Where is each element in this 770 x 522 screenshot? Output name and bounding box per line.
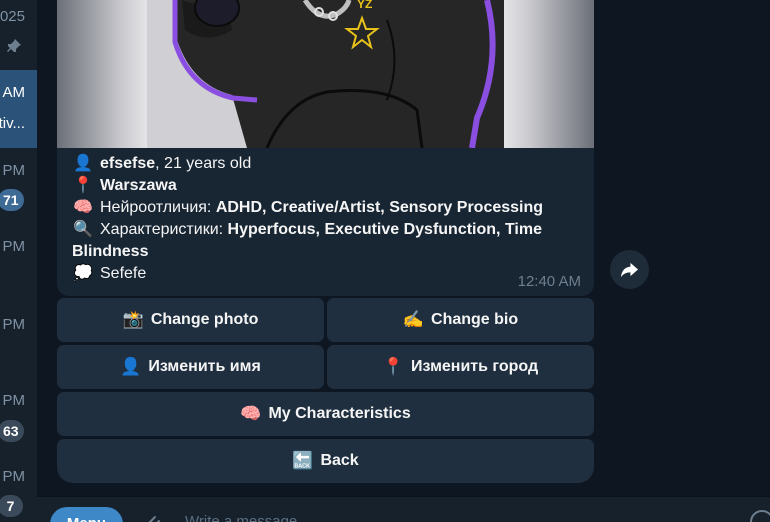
profile-city: Warszawa	[100, 177, 177, 194]
message-time: 12:40 AM	[517, 273, 581, 290]
brain-icon: 🧠	[240, 404, 262, 423]
unread-badge: 71	[0, 189, 24, 211]
back-arrow-icon: 🔙	[292, 451, 314, 470]
camera-icon: 📸	[122, 310, 144, 329]
unread-badge: 7	[0, 495, 23, 517]
city-line: 📍 Warszawa	[72, 175, 582, 197]
my-characteristics-button[interactable]: 🧠 My Characteristics	[57, 392, 594, 436]
user-icon: 👤	[73, 155, 93, 172]
brain-icon: 🧠	[73, 199, 93, 216]
change-bio-button[interactable]: ✍ Change bio	[327, 298, 594, 342]
paperclip-icon[interactable]	[137, 509, 165, 522]
message-composer: Menu Write a message...	[37, 496, 770, 522]
change-city-button[interactable]: 📍 Изменить город	[327, 345, 594, 389]
traits-line: 🔍 Характеристики: Hyperfocus, Executive D…	[72, 219, 582, 263]
neuro-label: Нейроотличия:	[100, 199, 216, 216]
change-photo-label: Change photo	[150, 311, 259, 328]
bot-menu-button[interactable]: Menu	[50, 507, 123, 522]
profile-caption: 👤 efsefse, 21 years old 📍 Warszawa 🧠 Нейроо…	[72, 153, 582, 285]
chat-list[interactable]: 025 AM tiv... PM 71 PM PM PM 63 PM 7	[0, 0, 37, 522]
profile-bio: Sefefe	[100, 265, 147, 282]
forward-button[interactable]	[610, 250, 649, 289]
thought-bubble-icon: 💭	[73, 265, 93, 282]
forward-arrow-icon	[620, 262, 639, 278]
profile-photo[interactable]: YZ	[57, 0, 594, 148]
chat-time: PM	[2, 468, 26, 485]
chat-list-item[interactable]: PM	[0, 228, 37, 308]
pin-icon	[7, 39, 21, 52]
emoji-icon[interactable]	[750, 510, 770, 522]
back-button[interactable]: 🔙 Back	[57, 439, 594, 483]
bio-line: 💭 Sefefe	[72, 263, 582, 285]
message-input[interactable]: Write a message...	[185, 513, 310, 522]
chat-preview: tiv...	[0, 115, 25, 132]
writing-hand-icon: ✍	[402, 310, 425, 329]
chat-time: PM	[2, 162, 26, 179]
user-icon: 👤	[120, 357, 142, 376]
profile-age: , 21 years old	[155, 155, 252, 172]
profile-name: efsefse	[100, 155, 156, 172]
profile-message[interactable]: YZ 👤 efsefse, 21 years old 📍 Warszawa 🧠 Ней…	[57, 0, 594, 296]
change-name-label: Изменить имя	[148, 358, 261, 375]
neuro-line: 🧠 Нейроотличия: ADHD, Creative/Artist, Se…	[72, 197, 582, 219]
chat-time: PM	[2, 316, 26, 333]
unread-badge: 63	[0, 420, 24, 442]
chat-list-item[interactable]: 025	[0, 0, 37, 70]
my-characteristics-label: My Characteristics	[268, 405, 411, 422]
chat-list-item[interactable]: PM 7	[0, 460, 37, 522]
back-label: Back	[320, 452, 359, 469]
change-photo-button[interactable]: 📸 Change photo	[57, 298, 324, 342]
neuro-value: ADHD, Creative/Artist, Sensory Processin…	[215, 199, 544, 216]
name-line: 👤 efsefse, 21 years old	[72, 153, 582, 175]
change-name-button[interactable]: 👤 Изменить имя	[57, 345, 324, 389]
magnifier-icon: 🔍	[73, 221, 93, 238]
chat-list-item-active[interactable]: AM tiv...	[0, 70, 37, 148]
chat-time: PM	[2, 238, 26, 255]
shirt-text: YZ	[357, 0, 372, 11]
traits-label: Характеристики:	[100, 221, 228, 238]
location-pin-icon: 📍	[382, 357, 405, 376]
chat-list-item[interactable]: PM 71	[0, 148, 37, 228]
chat-time: PM	[2, 392, 26, 409]
change-bio-label: Change bio	[431, 311, 519, 328]
location-pin-icon: 📍	[73, 177, 93, 194]
change-city-label: Изменить город	[411, 358, 539, 375]
chat-time: AM	[2, 84, 26, 101]
character-illustration: YZ	[147, 0, 504, 148]
chat-list-item[interactable]: PM	[0, 308, 37, 380]
chat-time: 025	[0, 8, 25, 25]
chat-list-item[interactable]: PM 63	[0, 380, 37, 460]
